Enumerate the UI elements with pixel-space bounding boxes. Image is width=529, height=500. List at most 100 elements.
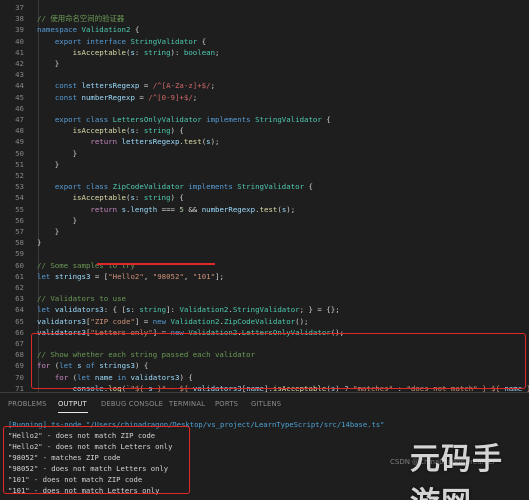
code-token: ) { xyxy=(134,361,149,371)
code-token: string xyxy=(143,193,171,203)
code-line[interactable]: 47 export class LettersOnlyValidator imp… xyxy=(0,114,529,125)
code-token: }" - ${ xyxy=(152,383,193,392)
tab-output[interactable]: OUTPUT xyxy=(58,400,87,408)
code-token: LettersOnlyValidator xyxy=(241,327,331,337)
code-line[interactable]: 69 for (let s of strings3) { xyxy=(0,360,529,371)
code-token: ): xyxy=(170,47,184,57)
code-token: for xyxy=(54,372,69,382)
code-text: // Show whether each string passed each … xyxy=(37,349,255,360)
code-token: && xyxy=(183,204,202,214)
code-token: name xyxy=(246,383,264,392)
code-line[interactable]: 54 isAcceptable(s: string) { xyxy=(0,192,529,203)
code-line[interactable]: 61 let strings3 = ["Hello2", "98052", "10… xyxy=(0,271,529,282)
tab-debug-console[interactable]: DEBUG CONSOLE xyxy=(101,400,163,408)
code-text: export class ZipCodeValidator implements… xyxy=(37,181,313,192)
code-token: /^[0-9]+$/ xyxy=(148,92,193,102)
code-text: namespace Validation2 { xyxy=(37,24,139,35)
code-line[interactable]: 60 // Some samples to try xyxy=(0,260,529,271)
code-line[interactable]: 65 validators3["ZIP code"] = new Validati… xyxy=(0,316,529,327)
code-line[interactable]: 52 xyxy=(0,170,529,181)
code-line[interactable]: 67 xyxy=(0,338,529,349)
code-token: StringValidator xyxy=(130,36,198,46)
code-token: ZipCodeValidator xyxy=(223,316,296,326)
code-line[interactable]: 55 return s.length === 5 && numberRegexp… xyxy=(0,204,529,215)
code-line[interactable]: 38 // 使用命名空间的验证器 xyxy=(0,13,529,24)
code-token: : xyxy=(393,383,407,392)
code-editor[interactable]: 37 38 // 使用命名空间的验证器 39 namespace Validation2… xyxy=(0,0,529,392)
code-token: StringValidator xyxy=(232,305,300,315)
code-line[interactable]: 37 xyxy=(0,2,529,13)
line-number: 59 xyxy=(15,249,24,259)
code-text: // 使用命名空间的验证器 xyxy=(37,13,124,24)
code-token: validators3 xyxy=(192,383,242,392)
code-line[interactable]: 68 // Show whether each string passed eac… xyxy=(0,349,529,360)
code-line[interactable]: 41 isAcceptable(s: string): boolean; xyxy=(0,47,529,58)
code-line[interactable]: 71 console.log(`"${ s }" - ${ validators… xyxy=(0,383,529,392)
code-token: } xyxy=(37,215,78,225)
line-number: 47 xyxy=(15,115,24,124)
code-token: validators3 xyxy=(54,305,104,315)
code-token: : xyxy=(134,47,144,57)
tab-terminal[interactable]: TERMINAL xyxy=(169,400,205,408)
code-token: ) { xyxy=(170,193,184,203)
code-line[interactable]: 58} xyxy=(0,237,529,248)
line-number: 71 xyxy=(15,383,24,392)
code-line[interactable]: 43 xyxy=(0,69,529,80)
code-token: = xyxy=(139,81,153,91)
code-line[interactable]: 51 } xyxy=(0,159,529,170)
tab-problems[interactable]: PROBLEMS xyxy=(8,400,47,408)
code-line[interactable]: 59 xyxy=(0,248,529,259)
code-token: validators3 xyxy=(37,327,86,337)
line-number: 38 xyxy=(15,14,24,24)
code-text: } xyxy=(37,237,41,248)
code-token: ) ? xyxy=(335,383,354,392)
code-line[interactable]: 44 const lettersRegexp = /^[A-Za-z]+$/; xyxy=(0,80,529,91)
code-token: // 使用命名空间的验证器 xyxy=(37,14,125,24)
code-text: validators3["Letters only"] = new Valida… xyxy=(37,327,344,338)
tab-gitlens[interactable]: GITLENS xyxy=(251,400,281,408)
code-token: return xyxy=(90,204,118,214)
code-line[interactable]: 64 let validators3: { [s: string]: Valida… xyxy=(0,304,529,315)
code-line[interactable]: 63 // Validators to use xyxy=(0,293,529,304)
code-line[interactable]: 39 namespace Validation2 { xyxy=(0,24,529,35)
code-token: strings3 xyxy=(99,361,135,371)
line-number: 45 xyxy=(15,92,24,102)
code-line[interactable]: 40 export interface StringValidator { xyxy=(0,36,529,47)
code-line[interactable]: 53 export class ZipCodeValidator impleme… xyxy=(0,181,529,192)
code-text: validators3["ZIP code"] = new Validation… xyxy=(37,316,309,327)
code-token: { xyxy=(321,115,331,124)
line-number: 40 xyxy=(15,36,24,46)
line-number: 56 xyxy=(15,215,24,225)
code-line[interactable]: 56 } xyxy=(0,215,529,226)
code-line[interactable]: 57 } xyxy=(0,226,529,237)
code-token: { xyxy=(197,36,207,46)
line-number: 54 xyxy=(15,193,24,203)
code-token: }` xyxy=(522,384,529,392)
code-line[interactable]: 45 const numberRegexp = /^[0-9]+$/; xyxy=(0,92,529,103)
code-token: = xyxy=(134,92,149,102)
code-token: name xyxy=(504,383,523,392)
line-number: 65 xyxy=(15,316,24,326)
panel-tabs: PROBLEMS OUTPUT DEBUG CONSOLE TERMINAL P… xyxy=(0,393,529,415)
code-text: // Validators to use xyxy=(37,293,126,304)
code-text: } xyxy=(37,58,59,69)
code-line[interactable]: 49 return lettersRegexp.test(s); xyxy=(0,136,529,147)
code-token: Validation2 xyxy=(179,305,229,315)
code-line[interactable]: 70 for (let name in validators3) { xyxy=(0,372,529,383)
code-line[interactable]: 48 isAcceptable(s: string) { xyxy=(0,125,529,136)
code-token: lettersRegexp xyxy=(121,137,180,147)
code-line[interactable]: 46 xyxy=(0,103,529,114)
code-token: ; xyxy=(210,81,216,91)
code-line[interactable]: 66 validators3["Letters only"] = new Vali… xyxy=(0,327,529,338)
code-line[interactable]: 50 } xyxy=(0,148,529,159)
tab-ports[interactable]: PORTS xyxy=(215,400,238,408)
code-line[interactable]: 42 } xyxy=(0,58,529,69)
code-line[interactable]: 62 xyxy=(0,282,529,293)
code-token: name xyxy=(94,372,113,382)
code-token: test xyxy=(183,137,202,147)
code-token: ) { xyxy=(179,372,193,382)
